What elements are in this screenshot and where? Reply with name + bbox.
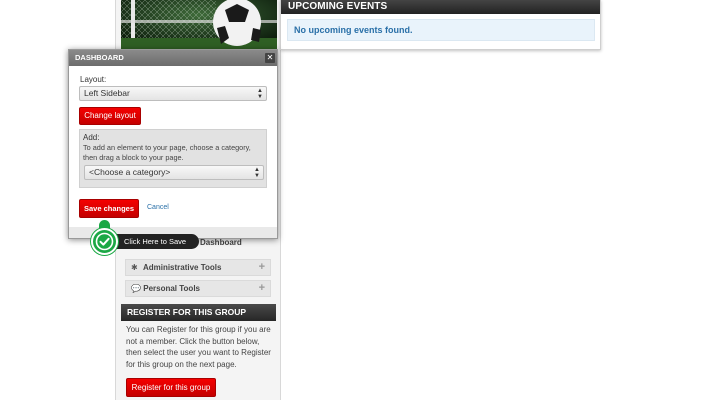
cancel-link[interactable]: Cancel [147, 204, 169, 211]
register-header: REGISTER FOR THIS GROUP [121, 304, 276, 321]
register-description: You can Register for this group if you a… [126, 325, 271, 369]
gear-icon: ✱ [131, 263, 138, 272]
select-arrows-icon: ▲ ▼ [254, 167, 260, 179]
upcoming-events-panel: UPCOMING EVENTS No upcoming events found… [280, 0, 601, 50]
chat-icon: 💬 [131, 284, 141, 293]
check-icon [91, 228, 118, 255]
sidebar-item-dashboard[interactable]: Dashboard [200, 238, 242, 247]
save-button[interactable]: Save changes [79, 199, 139, 218]
sidebar-item-administrative-tools[interactable]: ✱ Administrative Tools + [125, 259, 271, 276]
sidebar-item-label: Administrative Tools [142, 263, 222, 272]
expand-icon[interactable]: + [259, 260, 265, 275]
close-icon[interactable]: ✕ [265, 53, 275, 63]
layout-label: Layout: [80, 75, 107, 84]
select-arrows-icon: ▲ ▼ [257, 88, 263, 100]
add-element-box: Add: To add an element to your page, cho… [79, 129, 267, 188]
layout-select-value: Left Sidebar [84, 88, 130, 98]
register-button[interactable]: Register for this group [126, 378, 216, 397]
add-label: Add: [83, 133, 100, 142]
no-events-message: No upcoming events found. [287, 19, 595, 41]
soccer-photo [121, 0, 277, 50]
sidebar-item-personal-tools[interactable]: 💬 Personal Tools + [125, 280, 271, 297]
tooltip-label: Click Here to Save [116, 234, 199, 249]
add-description: To add an element to your page, choose a… [83, 143, 251, 162]
layout-select[interactable]: Left Sidebar ▲ ▼ [79, 86, 267, 101]
change-layout-button[interactable]: Change layout [79, 107, 141, 125]
category-select-value: <Choose a category> [89, 167, 171, 177]
dashboard-modal: DASHBOARD ✕ Layout: Left Sidebar ▲ ▼ Chan… [68, 49, 278, 239]
expand-icon[interactable]: + [259, 281, 265, 296]
upcoming-events-header: UPCOMING EVENTS [281, 0, 600, 14]
category-select[interactable]: <Choose a category> ▲ ▼ [84, 165, 264, 180]
sidebar-item-label: Personal Tools [143, 284, 200, 293]
modal-title: DASHBOARD [69, 50, 277, 66]
